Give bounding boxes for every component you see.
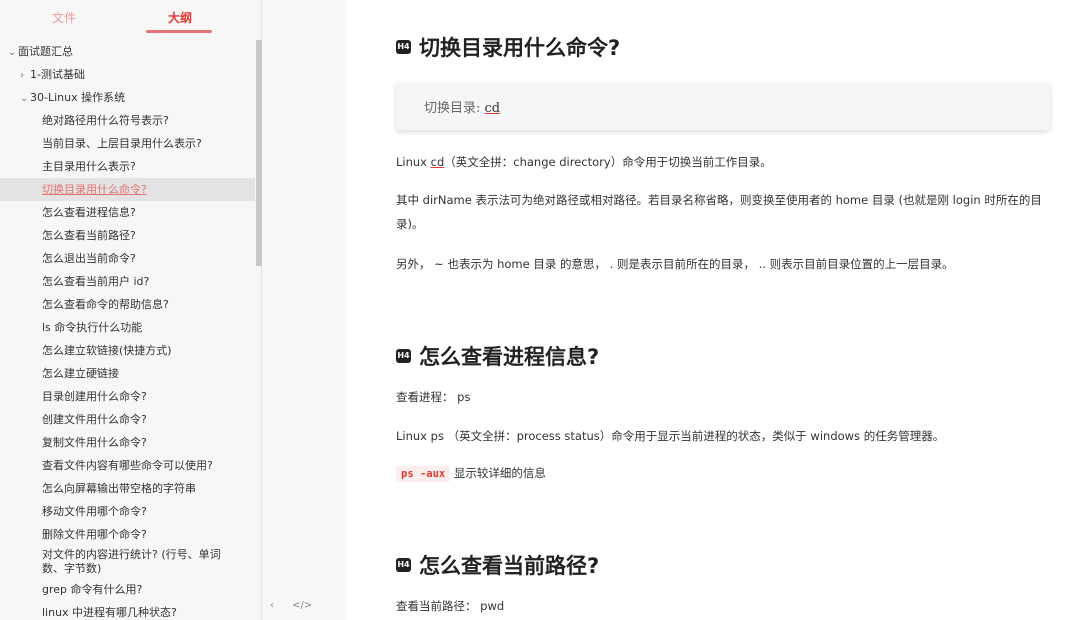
outline-item-label: 30-Linux 操作系统 [30, 91, 126, 104]
outline-item-label: 移动文件用哪个命令? [42, 505, 147, 518]
code-line: 切换目录: cd [424, 97, 500, 116]
outline-item-label: 怎么建立软链接(快捷方式) [42, 344, 172, 357]
paragraph: ps -aux 显示较详细的信息 [396, 461, 1056, 486]
chevron-right-icon[interactable]: › [20, 64, 30, 87]
heading-pwd: H4 怎么查看当前路径? [396, 550, 599, 580]
outline-item[interactable]: 怎么建立软链接(快捷方式) [0, 339, 255, 362]
outline-item-label: 1-测试基础 [30, 68, 85, 81]
source-mode-icon[interactable]: </> [292, 600, 312, 611]
heading-cd: H4 切换目录用什么命令? [396, 32, 620, 62]
outline-item[interactable]: 移动文件用哪个命令? [0, 500, 255, 523]
outline-item-label: 怎么建立硬链接 [42, 367, 119, 380]
outline-item[interactable]: ⌄ 30-Linux 操作系统 [0, 86, 255, 109]
outline-item[interactable]: 当前目录、上层目录用什么表示? [0, 132, 255, 155]
sidebar-tabs: 文件 大纲 [0, 0, 262, 36]
outline-item-label: ls 命令执行什么功能 [42, 321, 143, 334]
h4-badge-icon: H4 [396, 349, 411, 363]
outline-item[interactable]: 怎么查看进程信息? [0, 201, 255, 224]
outline-item[interactable]: ls 命令执行什么功能 [0, 316, 255, 339]
outline-item[interactable]: › 1-测试基础 [0, 63, 255, 86]
collapse-sidebar-icon[interactable]: ‹ [270, 600, 274, 611]
outline-item[interactable]: 怎么建立硬链接 [0, 362, 255, 385]
outline-item[interactable]: 对文件的内容进行统计? (行号、单词数、字节数) [0, 546, 230, 578]
text: Linux [396, 155, 431, 169]
sidebar-gutter [262, 0, 346, 620]
outline-item-label: 面试题汇总 [18, 45, 73, 58]
outline-item-label: 当前目录、上层目录用什么表示? [42, 137, 202, 150]
outline-item[interactable]: 删除文件用哪个命令? [0, 523, 255, 546]
outline-item[interactable]: 复制文件用什么命令? [0, 431, 255, 454]
outline-item-label: 主目录用什么表示? [42, 160, 136, 173]
tab-files[interactable]: 文件 [52, 9, 76, 26]
outline-item-label: 怎么查看命令的帮助信息? [42, 298, 169, 311]
outline-item-label: 查看文件内容有哪些命令可以使用? [42, 459, 213, 472]
code-prefix: 切换目录: [424, 101, 485, 116]
outline-item-label: 创建文件用什么命令? [42, 413, 147, 426]
outline-item[interactable]: 怎么退出当前命令? [0, 247, 255, 270]
sidebar-footer: ‹ </> [262, 596, 342, 620]
paragraph: 另外， ~ 也表示为 home 目录 的意思， . 则是表示目前所在的目录， .… [396, 257, 954, 271]
code-command: cd [484, 101, 501, 116]
chevron-down-icon[interactable]: ⌄ [8, 41, 18, 64]
heading-text: 怎么查看当前路径? [419, 554, 600, 578]
text: 显示较详细的信息 [453, 466, 546, 480]
outline-item[interactable]: linux 中进程有哪几种状态? [0, 601, 255, 620]
paragraph: 查看当前路径： pwd [396, 599, 505, 613]
paragraph: 查看进程： ps [396, 390, 471, 404]
outline-item-label: 复制文件用什么命令? [42, 436, 147, 449]
outline-item-label: 切换目录用什么命令? [42, 183, 147, 196]
heading-text: 怎么查看进程信息? [419, 345, 600, 369]
cd-link[interactable]: cd [431, 155, 445, 169]
outline-item[interactable]: ⌄ 面试题汇总 [0, 40, 255, 63]
outline-item-label: 对文件的内容进行统计? (行号、单词数、字节数) [42, 548, 221, 575]
tab-outline[interactable]: 大纲 [168, 9, 192, 26]
inline-code: ps -aux [396, 466, 451, 482]
h4-badge-icon: H4 [396, 558, 411, 572]
sidebar: 文件 大纲 ⌄ 面试题汇总 › 1-测试基础 ⌄ 30-Linux 操作系统 绝对路径用什么… [0, 0, 262, 620]
outline-item[interactable]: 目录创建用什么命令? [0, 385, 255, 408]
outline-item-label: linux 中进程有哪几种状态? [42, 606, 177, 619]
paragraph: Linux ps （英文全拼：process status）命令用于显示当前进程… [396, 429, 945, 443]
outline-item[interactable]: 主目录用什么表示? [0, 155, 255, 178]
paragraph: Linux cd（英文全拼：change directory）命令用于切换当前工… [396, 150, 1056, 174]
outline-item-label: 怎么查看进程信息? [42, 206, 136, 219]
outline-item[interactable]: 绝对路径用什么符号表示? [0, 109, 255, 132]
outline-item[interactable]: 怎么查看命令的帮助信息? [0, 293, 255, 316]
outline-item-label: 绝对路径用什么符号表示? [42, 114, 169, 127]
heading-process: H4 怎么查看进程信息? [396, 341, 599, 371]
outline-item[interactable]: 查看文件内容有哪些命令可以使用? [0, 454, 255, 477]
outline-item[interactable]: grep 命令有什么用? [0, 578, 255, 601]
outline-item[interactable]: 怎么查看当前路径? [0, 224, 255, 247]
outline-item-label: 目录创建用什么命令? [42, 390, 147, 403]
outline-item[interactable]: 怎么查看当前用户 id? [0, 270, 255, 293]
active-tab-indicator [146, 30, 212, 33]
text: （英文全拼：change directory）命令用于切换当前工作目录。 [444, 155, 772, 169]
outline-item[interactable]: 创建文件用什么命令? [0, 408, 255, 431]
code-block[interactable]: 切换目录: cd [396, 82, 1050, 130]
h4-badge-icon: H4 [396, 40, 411, 54]
outline-item-label: 怎么查看当前路径? [42, 229, 136, 242]
heading-text: 切换目录用什么命令? [419, 36, 621, 60]
outline-item-label: 删除文件用哪个命令? [42, 528, 147, 541]
paragraph: 其中 dirName 表示法可为绝对路径或相对路径。若目录名称省略，则变换至使用… [396, 193, 1042, 231]
outline-tree: ⌄ 面试题汇总 › 1-测试基础 ⌄ 30-Linux 操作系统 绝对路径用什么符号表示? 当… [0, 40, 255, 620]
document-area: H4 切换目录用什么命令? 切换目录: cd Linux cd（英文全拼：cha… [346, 0, 1080, 620]
outline-item-label: 怎么退出当前命令? [42, 252, 136, 265]
chevron-down-icon[interactable]: ⌄ [20, 87, 30, 110]
outline-item-label: 怎么查看当前用户 id? [42, 275, 150, 288]
outline-item-label: 怎么向屏幕输出带空格的字符串 [42, 482, 196, 495]
outline-item-label: grep 命令有什么用? [42, 583, 143, 596]
outline-item[interactable]: 怎么向屏幕输出带空格的字符串 [0, 477, 255, 500]
outline-item[interactable]: 切换目录用什么命令? [0, 178, 255, 201]
